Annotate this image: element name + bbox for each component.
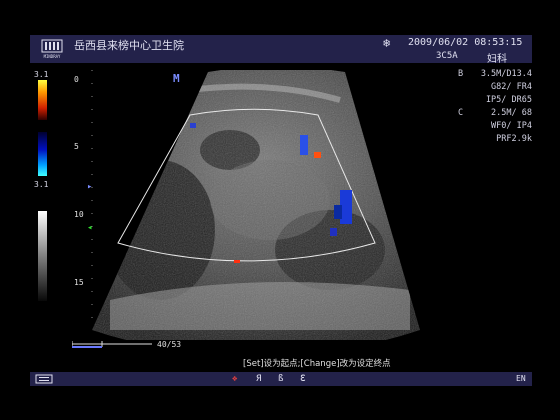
depth-tick: 0	[74, 75, 79, 84]
cine-slider[interactable]	[72, 338, 160, 350]
depth-tick: 10	[74, 210, 84, 219]
focus-marker-icon[interactable]: ◂	[87, 223, 92, 233]
status-hint: [Set]设为起点;[Change]改为设定终点	[243, 359, 391, 369]
focus-marker-icon[interactable]: ▸	[87, 182, 92, 192]
language-indicator[interactable]: EN	[516, 374, 526, 383]
rotate-icon[interactable]: ❖	[232, 374, 237, 384]
a-mode-icon[interactable]: Я	[256, 374, 261, 384]
depth-tick: 15	[74, 278, 84, 287]
c-mode-icon[interactable]: ℇ	[300, 374, 306, 384]
mode-marker: M	[173, 72, 180, 85]
depth-tick: 5	[74, 142, 79, 151]
cine-frame-counter: 40/53	[157, 340, 182, 349]
depth-ruler	[91, 70, 93, 330]
b-mode-icon[interactable]: ß	[278, 374, 283, 384]
menu-icon[interactable]	[35, 374, 53, 384]
